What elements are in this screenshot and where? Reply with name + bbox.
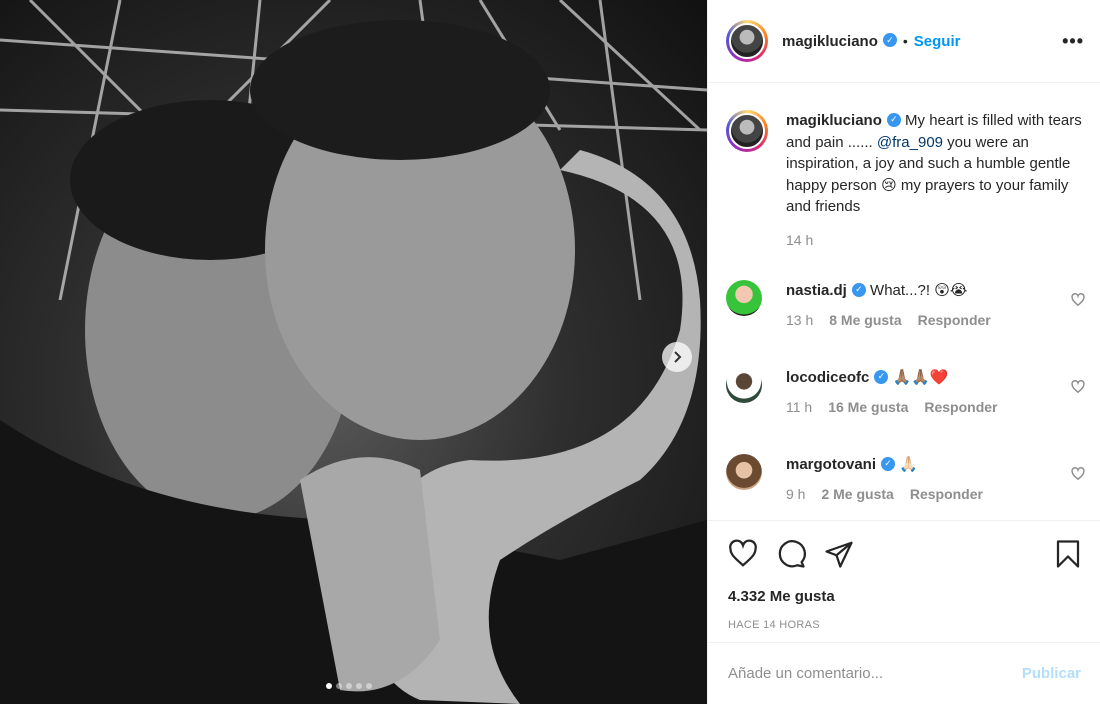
comment-item: nastia.dj ✓ What...?! 😲😭 13 h 8 Me gusta Re…: [726, 280, 1086, 328]
comment-text: 🙏🏻: [899, 456, 918, 473]
carousel-dot: [366, 683, 372, 689]
post-photo[interactable]: [0, 0, 707, 704]
reply-button[interactable]: Responder: [918, 312, 991, 328]
verified-badge-icon: ✓: [874, 370, 889, 385]
comment-username[interactable]: margotovani: [786, 456, 876, 473]
post-timestamp[interactable]: HACE 14 HORAS: [728, 619, 1083, 631]
like-comment-heart-icon[interactable]: [1071, 467, 1085, 481]
author-username[interactable]: magikluciano: [782, 33, 878, 50]
commenter-avatar[interactable]: [726, 280, 762, 316]
heart-icon[interactable]: [728, 539, 758, 569]
chevron-right-icon: [674, 351, 682, 363]
caption-avatar[interactable]: [726, 110, 768, 152]
post-header: magikluciano ✓ • Seguir •••: [708, 0, 1100, 83]
carousel-dot: [336, 683, 342, 689]
caption-time: 14 h: [786, 231, 814, 248]
comment-time: 9 h: [786, 485, 806, 502]
post-caption: magikluciano ✓ My heart is filled with te…: [726, 110, 1086, 248]
comment-icon[interactable]: [776, 539, 806, 569]
commenter-avatar[interactable]: [726, 454, 762, 490]
comment-text: 🙏🏽🙏🏽❤️: [892, 369, 949, 386]
comment-username[interactable]: locodiceofc: [786, 369, 869, 386]
bookmark-icon[interactable]: [1053, 539, 1083, 569]
commenter-avatar[interactable]: [726, 367, 762, 403]
next-image-button[interactable]: [662, 342, 692, 372]
comment-text: What...?! 😲😭: [870, 282, 968, 299]
post-actions: 4.332 Me gusta HACE 14 HORAS: [708, 520, 1100, 631]
like-comment-heart-icon[interactable]: [1071, 293, 1085, 307]
separator: •: [902, 33, 908, 49]
verified-badge-icon: ✓: [882, 33, 897, 47]
follow-button[interactable]: Seguir: [914, 33, 961, 50]
carousel-dot: [346, 683, 352, 689]
share-icon[interactable]: [824, 539, 854, 569]
comments-list[interactable]: magikluciano ✓ My heart is filled with te…: [708, 84, 1100, 520]
caption-username[interactable]: magikluciano: [786, 112, 882, 129]
comment-username[interactable]: nastia.dj: [786, 282, 847, 299]
post-sidebar: magikluciano ✓ • Seguir ••• magikluciano…: [707, 0, 1100, 704]
carousel-dot: [326, 683, 332, 689]
comment-time: 11 h: [786, 398, 813, 415]
like-comment-heart-icon[interactable]: [1071, 380, 1085, 394]
verified-badge-icon: ✓: [881, 457, 896, 472]
reply-button[interactable]: Responder: [910, 486, 983, 502]
carousel-indicator: [326, 683, 372, 689]
comment-item: margotovani ✓ 🙏🏻 9 h 2 Me gusta Responder: [726, 454, 1086, 502]
author-avatar[interactable]: [726, 20, 768, 62]
verified-badge-icon: ✓: [886, 113, 901, 128]
caption-mention-link[interactable]: @fra_909: [877, 134, 943, 151]
comment-likes[interactable]: 8 Me gusta: [829, 312, 901, 328]
verified-badge-icon: ✓: [851, 283, 866, 298]
carousel-dot: [356, 683, 362, 689]
add-comment-bar: Publicar: [708, 642, 1100, 704]
comment-likes[interactable]: 16 Me gusta: [828, 399, 908, 415]
publish-button[interactable]: Publicar: [1022, 665, 1081, 682]
comment-likes[interactable]: 2 Me gusta: [821, 486, 893, 502]
people-silhouettes: [0, 20, 707, 704]
likes-count[interactable]: 4.332 Me gusta: [728, 588, 1083, 605]
reply-button[interactable]: Responder: [924, 399, 997, 415]
comment-input[interactable]: [728, 665, 1022, 682]
comment-item: locodiceofc ✓ 🙏🏽🙏🏽❤️ 11 h 16 Me gusta Respo…: [726, 367, 1086, 415]
comment-time: 13 h: [786, 311, 814, 328]
more-options-icon[interactable]: •••: [1062, 31, 1084, 52]
